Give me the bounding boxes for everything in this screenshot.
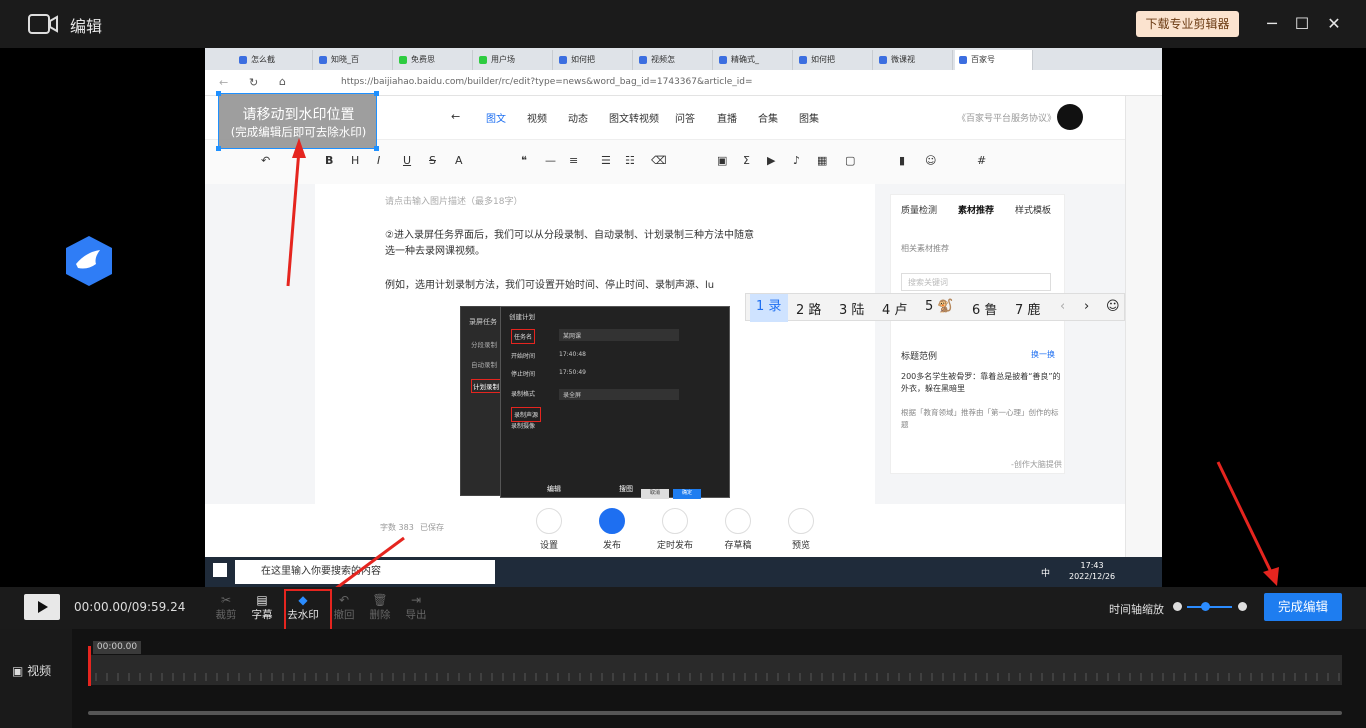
play-button[interactable] (24, 594, 60, 620)
editor-control-bar: 00:00.00/09:59.24 ✂ 裁剪 ▤ 字幕 ◆ 去水印 ↶ 撤回 🗑 删除 ⇥… (0, 587, 1366, 635)
undo-tool[interactable]: ↶ 撤回 (326, 593, 362, 622)
timeline-scrollbar[interactable] (88, 711, 1342, 715)
timeline-ruler (88, 639, 1342, 653)
finish-edit-button[interactable]: 完成编辑 (1264, 593, 1342, 621)
timecode: 00:00.00/09:59.24 (74, 600, 186, 614)
trash-icon: 🗑 (372, 593, 388, 607)
clip-ticks (95, 673, 1340, 681)
crop-tool[interactable]: ✂ 裁剪 (208, 593, 244, 622)
zoom-out-icon[interactable] (1173, 602, 1182, 611)
delete-tool[interactable]: 🗑 删除 (362, 593, 398, 622)
video-track-label: ▣ 视频 (12, 664, 52, 678)
undo-icon: ↶ (338, 593, 350, 607)
play-icon (38, 601, 48, 613)
zoom-slider-knob[interactable] (1201, 602, 1210, 611)
timeline-zoom-label: 时间轴缩放 (1109, 603, 1164, 616)
playhead-time: 00:00.00 (93, 641, 141, 654)
film-icon: ▣ (12, 664, 24, 678)
playhead[interactable] (88, 646, 91, 686)
subtitle-icon: ▤ (256, 593, 268, 607)
scissors-icon: ✂ (220, 593, 232, 607)
export-icon: ⇥ (410, 593, 422, 607)
export-tool[interactable]: ⇥ 导出 (398, 593, 434, 622)
eraser-icon: ◆ (298, 593, 308, 607)
remove-watermark-tool[interactable]: ◆ 去水印 (285, 593, 321, 622)
zoom-in-icon[interactable] (1238, 602, 1247, 611)
video-clip-track[interactable] (88, 655, 1342, 685)
subtitle-tool[interactable]: ▤ 字幕 (244, 593, 280, 622)
